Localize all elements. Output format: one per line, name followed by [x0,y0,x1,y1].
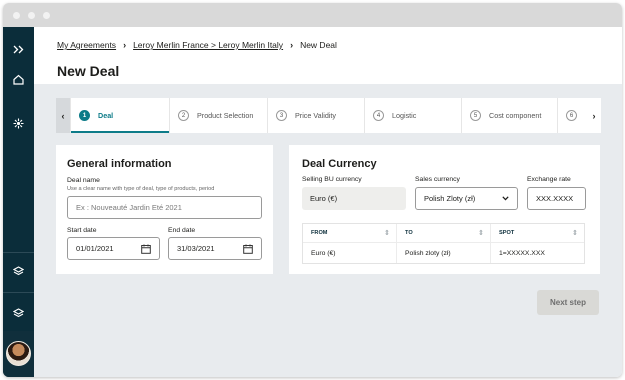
avatar[interactable] [6,341,31,366]
deal-name-label: Deal name [67,177,100,184]
page-header: My Agreements › Leroy Merlin France > Le… [34,27,622,84]
window-dot [13,11,20,19]
chevron-right-icon: › [592,110,596,121]
card-title: Deal Currency [302,158,377,170]
cell-from: Euro (€) [303,243,397,263]
deal-name-placeholder: Ex : Nouveauté Jardin Eté 2021 [76,203,182,212]
next-step-button[interactable]: Next step [537,290,599,315]
step-number: 1 [79,110,90,121]
expand-sidebar-icon[interactable] [3,38,34,60]
step-6[interactable]: 6 [557,98,587,133]
table-row: Euro (€) Polish zloty (zł) 1=XXXXX.XXX [303,243,584,263]
chevron-down-icon [502,196,509,201]
table-header: FROM ⇕ TO ⇕ SPOT ⇕ [303,224,584,243]
sales-currency-label: Sales currency [415,176,460,183]
card-title: General information [67,158,172,170]
chevron-right-icon: › [290,40,294,50]
exchange-rate-input[interactable]: XXX.XXXX [527,187,586,210]
deal-name-input[interactable]: Ex : Nouveauté Jardin Eté 2021 [67,196,262,219]
calendar-icon[interactable] [141,244,151,254]
window-dot [28,11,35,19]
end-date-value: 31/03/2021 [177,244,215,253]
sidebar [3,27,34,377]
step-number: 2 [178,110,189,121]
deal-stepper: ‹ 1 Deal 2 Product Selection 3 Price Val… [56,98,601,133]
step-label: Price Validity [295,111,337,120]
selling-bu-currency-value: Euro (€) [302,187,406,210]
step-product-selection[interactable]: 2 Product Selection [169,98,267,133]
start-date-label: Start date [67,227,97,234]
breadcrumb-current: New Deal [300,40,337,50]
breadcrumb: My Agreements › Leroy Merlin France > Le… [57,40,622,50]
end-date-label: End date [168,227,196,234]
exchange-rate-value: XXX.XXXX [536,194,574,203]
stack-icon[interactable] [3,302,34,324]
main-content: My Agreements › Leroy Merlin France > Le… [34,27,622,377]
settings-icon[interactable] [3,112,34,134]
step-label: Logistic [392,111,417,120]
step-label: Product Selection [197,111,254,120]
stepper-next-button[interactable]: › [587,98,601,133]
step-number: 5 [470,110,481,121]
selling-bu-currency-label: Selling BU currency [302,176,362,183]
step-label: Cost component [489,111,542,120]
sidebar-divider [3,292,34,293]
step-number: 4 [373,110,384,121]
header-label: SPOT [499,230,515,236]
column-header-to[interactable]: TO ⇕ [397,224,491,242]
column-header-spot[interactable]: SPOT ⇕ [491,224,584,242]
column-header-from[interactable]: FROM ⇕ [303,224,397,242]
header-label: TO [405,230,413,236]
calendar-icon[interactable] [243,244,253,254]
selling-currency-text: Euro (€) [310,194,338,203]
start-date-value: 01/01/2021 [76,244,114,253]
step-price-validity[interactable]: 3 Price Validity [267,98,364,133]
step-label: Deal [98,111,114,120]
home-icon[interactable] [3,68,34,90]
header-label: FROM [311,230,328,236]
cell-spot: 1=XXXXX.XXX [499,249,545,257]
general-information-card: General information Deal name Use a clea… [56,145,273,274]
currency-table: FROM ⇕ TO ⇕ SPOT ⇕ Euro (€) Polish zloty… [302,223,585,264]
page-title: New Deal [57,63,120,79]
step-number: 6 [566,110,577,121]
end-date-field[interactable]: 31/03/2021 [168,237,262,260]
sort-icon[interactable]: ⇕ [572,230,578,237]
window-dot [43,11,50,19]
breadcrumb-leroy-merlin[interactable]: Leroy Merlin France > Leroy Merlin Italy [133,40,283,50]
step-cost-component[interactable]: 5 Cost component [461,98,557,133]
exchange-rate-label: Exchange rate [527,176,571,183]
user-area [3,331,34,377]
chevron-left-icon: ‹ [61,110,65,121]
sales-currency-select[interactable]: Polish Zloty (zł) [415,187,518,210]
sort-icon[interactable]: ⇕ [384,230,390,237]
start-date-field[interactable]: 01/01/2021 [67,237,160,260]
step-number: 3 [276,110,287,121]
layers-icon[interactable] [3,260,34,282]
sort-icon[interactable]: ⇕ [478,230,484,237]
deal-name-hint: Use a clear name with type of deal, type… [67,186,215,192]
chevron-right-icon: › [123,40,127,50]
deal-currency-card: Deal Currency Selling BU currency Euro (… [289,145,600,274]
step-deal[interactable]: 1 Deal [70,98,169,133]
window-titlebar [3,3,622,27]
sidebar-divider [3,252,34,253]
breadcrumb-my-agreements[interactable]: My Agreements [57,40,116,50]
sales-currency-value: Polish Zloty (zł) [424,194,476,203]
stepper-prev-button[interactable]: ‹ [56,98,70,133]
app-window: My Agreements › Leroy Merlin France > Le… [3,3,622,377]
step-logistic[interactable]: 4 Logistic [364,98,461,133]
cell-to: Polish zloty (zł) [397,243,491,263]
